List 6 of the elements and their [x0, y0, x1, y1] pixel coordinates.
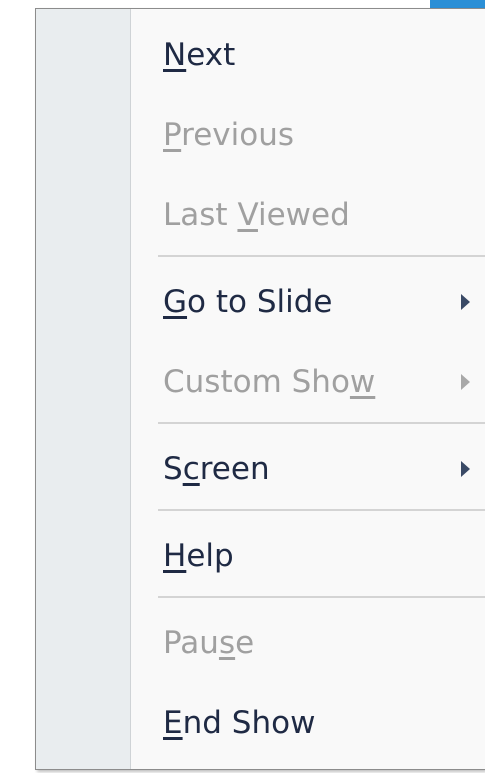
menu-item[interactable]: Screen	[163, 446, 270, 492]
window-edge	[430, 0, 485, 8]
menu-item[interactable]: Next	[163, 32, 236, 78]
menu-item[interactable]: Go to Slide	[163, 278, 332, 326]
menu-item[interactable]: Help	[163, 532, 234, 580]
menu-item[interactable]: End Show	[163, 700, 316, 746]
